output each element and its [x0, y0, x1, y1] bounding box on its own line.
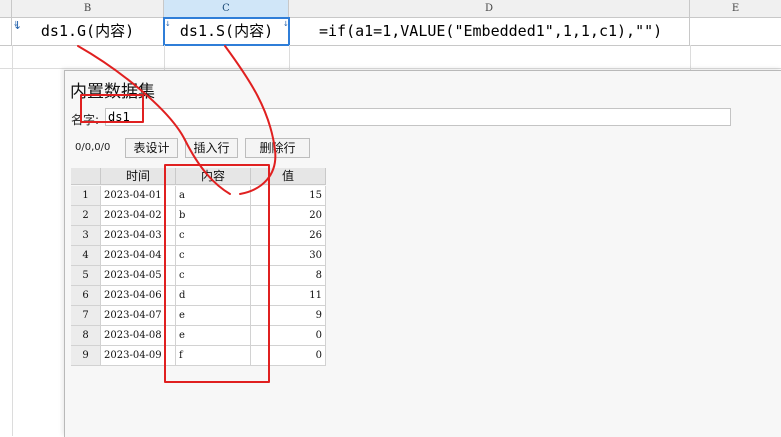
- value-cell[interactable]: 8: [251, 266, 326, 286]
- dataset-name-input[interactable]: ds1: [105, 108, 731, 126]
- value-cell[interactable]: 15: [251, 186, 326, 206]
- dialog-title: 内置数据集: [70, 82, 155, 102]
- value-cell[interactable]: 30: [251, 246, 326, 266]
- content-cell[interactable]: e: [176, 326, 251, 346]
- value-cell[interactable]: 9: [251, 306, 326, 326]
- grid-line: [0, 68, 781, 69]
- name-label: 名字:: [71, 113, 100, 127]
- expand-marker-icon: ↓: [13, 20, 19, 28]
- column-header-b[interactable]: B: [12, 0, 164, 17]
- value-cell[interactable]: 0: [251, 346, 326, 366]
- value-cell[interactable]: 20: [251, 206, 326, 226]
- time-cell[interactable]: 2023-04-09: [101, 346, 176, 366]
- embedded-dataset-dialog: 内置数据集 名字: ds1 0/0,0/0 表设计 插入行 删除行 时间 内容 …: [64, 70, 781, 437]
- table-header-value[interactable]: 值: [251, 168, 326, 185]
- row-number[interactable]: 1: [71, 186, 101, 206]
- content-cell[interactable]: d: [176, 286, 251, 306]
- grid-line: [12, 45, 13, 436]
- cell-c1-selected[interactable]: ds1.S(内容): [163, 17, 290, 46]
- row-number[interactable]: 5: [71, 266, 101, 286]
- cell-e1[interactable]: [690, 18, 781, 45]
- sheet-row-1: ds1.G(内容) ds1.S(内容) =if(a1=1,VALUE("Embe…: [0, 17, 781, 46]
- content-cell[interactable]: f: [176, 346, 251, 366]
- delete-row-button[interactable]: 删除行: [245, 138, 310, 158]
- column-header-d[interactable]: D: [289, 0, 690, 17]
- cell-a1[interactable]: [0, 18, 12, 45]
- content-cell[interactable]: c: [176, 226, 251, 246]
- value-cell[interactable]: 0: [251, 326, 326, 346]
- value-cell[interactable]: 26: [251, 226, 326, 246]
- table-design-button[interactable]: 表设计: [125, 138, 178, 158]
- insert-row-button[interactable]: 插入行: [185, 138, 238, 158]
- position-indicator: 0/0,0/0: [75, 142, 111, 153]
- row-number[interactable]: 8: [71, 326, 101, 346]
- row-number[interactable]: 7: [71, 306, 101, 326]
- row-number[interactable]: 4: [71, 246, 101, 266]
- row-number[interactable]: 6: [71, 286, 101, 306]
- time-cell[interactable]: 2023-04-08: [101, 326, 176, 346]
- table-header-time[interactable]: 时间: [101, 168, 176, 185]
- time-cell[interactable]: 2023-04-02: [101, 206, 176, 226]
- expand-marker-icon: ↓: [165, 20, 171, 28]
- row-number[interactable]: 3: [71, 226, 101, 246]
- content-cell[interactable]: a: [176, 186, 251, 206]
- time-cell[interactable]: 2023-04-04: [101, 246, 176, 266]
- time-cell[interactable]: 2023-04-05: [101, 266, 176, 286]
- column-header-e[interactable]: E: [690, 0, 781, 17]
- cell-d1[interactable]: =if(a1=1,VALUE("Embedded1",1,1,c1),""): [289, 18, 690, 45]
- content-cell[interactable]: e: [176, 306, 251, 326]
- time-cell[interactable]: 2023-04-06: [101, 286, 176, 306]
- row-number[interactable]: 9: [71, 346, 101, 366]
- row-number[interactable]: 2: [71, 206, 101, 226]
- expand-marker-icon: ↓: [283, 20, 289, 28]
- content-cell[interactable]: c: [176, 266, 251, 286]
- value-cell[interactable]: 11: [251, 286, 326, 306]
- time-cell[interactable]: 2023-04-01: [101, 186, 176, 206]
- column-header-c[interactable]: C: [164, 0, 289, 17]
- content-cell[interactable]: b: [176, 206, 251, 226]
- column-header-row: B C D E: [0, 0, 781, 18]
- table-header-content[interactable]: 内容: [176, 168, 251, 185]
- cell-b1[interactable]: ds1.G(内容): [12, 18, 164, 45]
- corner-header[interactable]: [0, 0, 12, 17]
- time-cell[interactable]: 2023-04-03: [101, 226, 176, 246]
- content-cell[interactable]: c: [176, 246, 251, 266]
- time-cell[interactable]: 2023-04-07: [101, 306, 176, 326]
- table-header-rownum: [71, 168, 101, 185]
